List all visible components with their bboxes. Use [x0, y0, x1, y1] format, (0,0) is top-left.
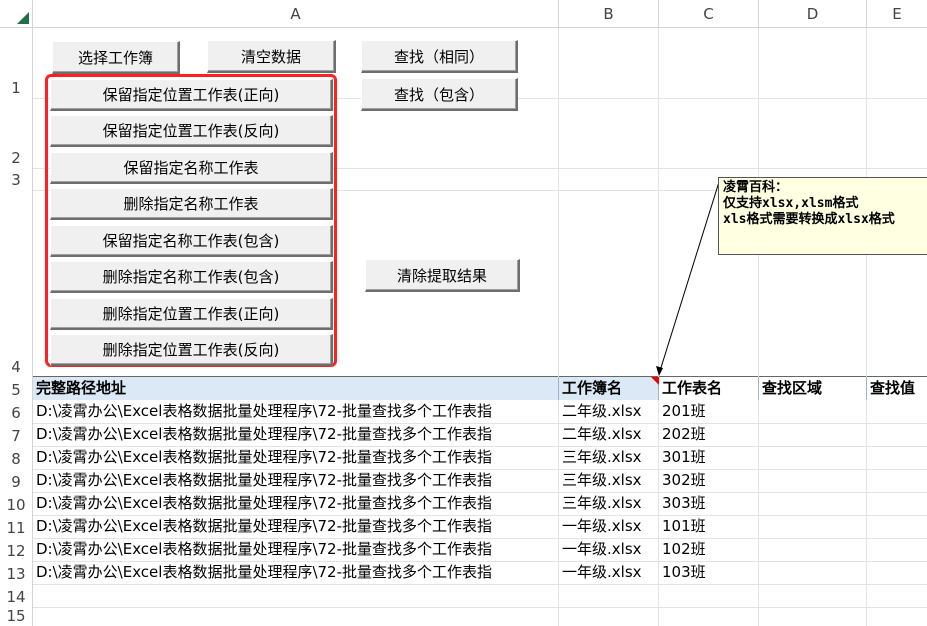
header-cell-path[interactable]: 完整路径地址 — [33, 377, 559, 400]
row-header-5[interactable]: 5 — [0, 377, 33, 400]
table-cell-workbook[interactable]: 二年级.xlsx — [559, 400, 659, 423]
row-header-1[interactable]: 1 — [0, 28, 33, 98]
header-cell-area[interactable]: 查找区域 — [759, 377, 867, 400]
table-cell-path[interactable]: D:\凌霄办公\Excel表格数据批量处理程序\72-批量查找多个工作表指 — [33, 492, 559, 515]
table-cell-path[interactable]: D:\凌霄办公\Excel表格数据批量处理程序\72-批量查找多个工作表指 — [33, 561, 559, 584]
row-header-9[interactable]: 9 — [0, 469, 33, 492]
comment-line-2: 仅支持xlsx,xlsm格式 — [723, 196, 859, 211]
table-cell-workbook[interactable]: 一年级.xlsx — [559, 561, 659, 584]
table-cell-sheet[interactable]: 201班 — [659, 400, 759, 423]
table-cell-workbook[interactable]: 二年级.xlsx — [559, 423, 659, 446]
row-header-10[interactable]: 10 — [0, 492, 33, 515]
delete-name-contains-button[interactable]: 删除指定名称工作表(包含) — [50, 261, 333, 293]
comment-indicator-icon — [651, 377, 659, 385]
find-contains-button[interactable]: 查找（包含） — [361, 78, 518, 111]
table-cell-sheet[interactable]: 202班 — [659, 423, 759, 446]
delete-position-forward-button[interactable]: 删除指定位置工作表(正向) — [50, 298, 333, 330]
table-cell-workbook[interactable]: 一年级.xlsx — [559, 515, 659, 538]
table-cell-sheet[interactable]: 103班 — [659, 561, 759, 584]
row-header-15[interactable]: 15 — [0, 607, 33, 626]
comment-line-3: xls格式需要转换成xlsx格式 — [723, 212, 895, 227]
row-header-7[interactable]: 7 — [0, 423, 33, 446]
select-workbook-button[interactable]: 选择工作簿 — [52, 41, 180, 74]
table-cell-path[interactable]: D:\凌霄办公\Excel表格数据批量处理程序\72-批量查找多个工作表指 — [33, 538, 559, 561]
keep-name-button[interactable]: 保留指定名称工作表 — [50, 152, 333, 184]
select-all-icon — [17, 12, 29, 24]
table-cell-workbook[interactable]: 一年级.xlsx — [559, 538, 659, 561]
keep-position-forward-button[interactable]: 保留指定位置工作表(正向) — [50, 79, 333, 111]
table-cell-workbook[interactable]: 三年级.xlsx — [559, 492, 659, 515]
select-all-corner[interactable] — [0, 0, 33, 28]
table-cell-sheet[interactable]: 301班 — [659, 446, 759, 469]
clear-data-button[interactable]: 清空数据 — [207, 40, 336, 73]
gridline — [866, 28, 867, 626]
table-cell-workbook[interactable]: 三年级.xlsx — [559, 446, 659, 469]
header-cell-sheet[interactable]: 工作表名 — [659, 377, 759, 400]
table-cell-path[interactable]: D:\凌霄办公\Excel表格数据批量处理程序\72-批量查找多个工作表指 — [33, 400, 559, 423]
table-cell-sheet[interactable]: 102班 — [659, 538, 759, 561]
column-header-c[interactable]: C — [659, 0, 759, 28]
table-cell-sheet[interactable]: 303班 — [659, 492, 759, 515]
row-header-2[interactable]: 2 — [0, 98, 33, 168]
header-cell-workbook[interactable]: 工作簿名 — [559, 377, 659, 400]
gridline — [33, 607, 927, 608]
table-cell-path[interactable]: D:\凌霄办公\Excel表格数据批量处理程序\72-批量查找多个工作表指 — [33, 446, 559, 469]
column-header-b[interactable]: B — [559, 0, 659, 28]
row-header-11[interactable]: 11 — [0, 515, 33, 538]
keep-position-reverse-button[interactable]: 保留指定位置工作表(反向) — [50, 115, 333, 147]
row-header-8[interactable]: 8 — [0, 446, 33, 469]
comment-line-1: 凌霄百科： — [723, 180, 789, 195]
keep-name-contains-button[interactable]: 保留指定名称工作表(包含) — [50, 225, 333, 257]
table-cell-path[interactable]: D:\凌霄办公\Excel表格数据批量处理程序\72-批量查找多个工作表指 — [33, 515, 559, 538]
table-cell-sheet[interactable]: 302班 — [659, 469, 759, 492]
clear-results-button[interactable]: 清除提取结果 — [365, 259, 520, 292]
row-header-13[interactable]: 13 — [0, 561, 33, 584]
column-header-e[interactable]: E — [867, 0, 927, 28]
table-cell-path[interactable]: D:\凌霄办公\Excel表格数据批量处理程序\72-批量查找多个工作表指 — [33, 423, 559, 446]
row-header-4[interactable]: 4 — [0, 190, 33, 377]
comment-note[interactable]: 凌霄百科： 仅支持xlsx,xlsm格式 xls格式需要转换成xlsx格式 — [718, 177, 927, 255]
gridline — [33, 584, 927, 585]
table-cell-sheet[interactable]: 101班 — [659, 515, 759, 538]
column-header-a[interactable]: A — [33, 0, 559, 28]
column-header-d[interactable]: D — [759, 0, 867, 28]
row-header-12[interactable]: 12 — [0, 538, 33, 561]
row-header-6[interactable]: 6 — [0, 400, 33, 423]
row-header-14[interactable]: 14 — [0, 584, 33, 607]
header-cell-value[interactable]: 查找值 — [867, 377, 927, 400]
table-cell-workbook[interactable]: 三年级.xlsx — [559, 469, 659, 492]
table-cell-path[interactable]: D:\凌霄办公\Excel表格数据批量处理程序\72-批量查找多个工作表指 — [33, 469, 559, 492]
find-same-button[interactable]: 查找（相同） — [361, 40, 518, 73]
row-header-3[interactable]: 3 — [0, 168, 33, 190]
delete-name-button[interactable]: 删除指定名称工作表 — [50, 188, 333, 220]
delete-position-reverse-button[interactable]: 删除指定位置工作表(反向) — [50, 334, 333, 366]
